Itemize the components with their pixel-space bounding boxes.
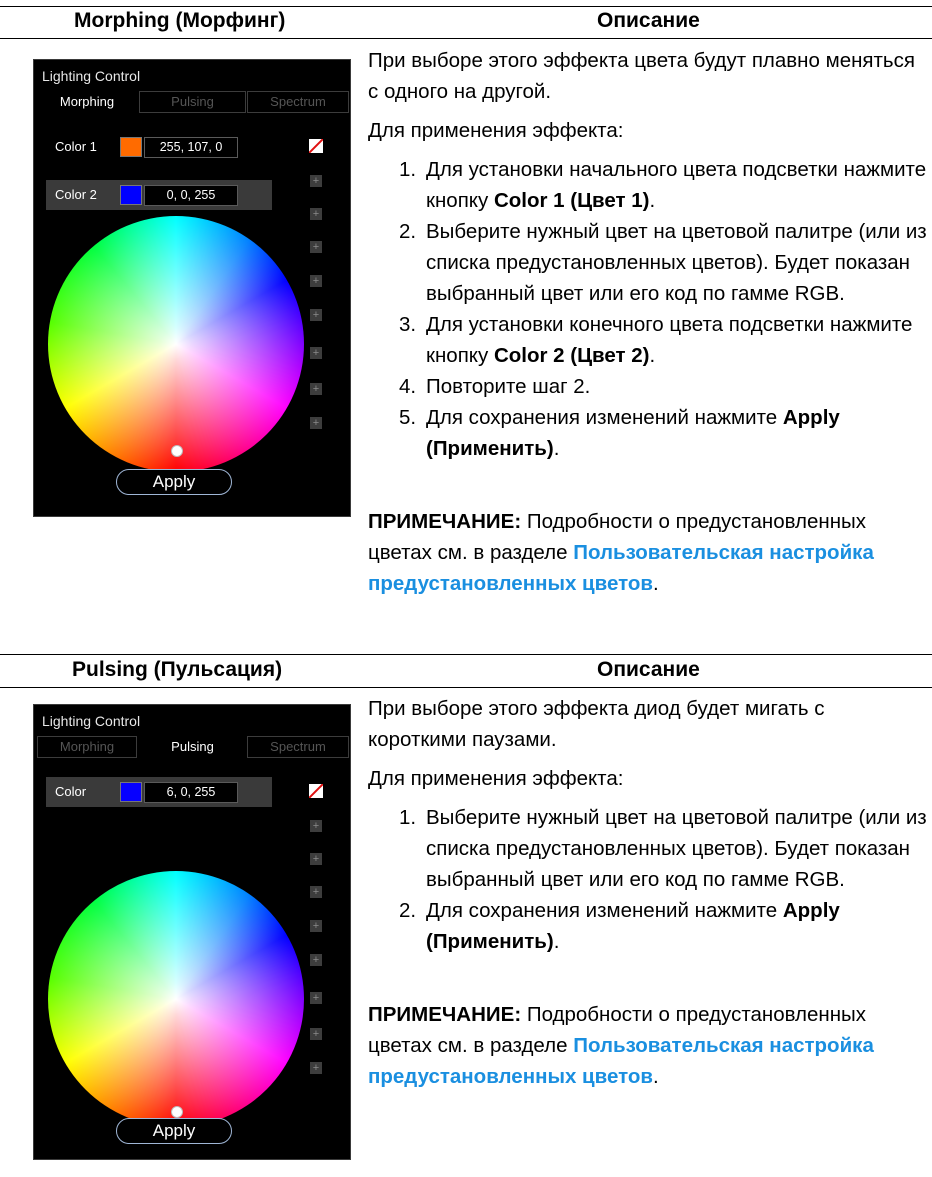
- steps-list: 1. Выберите нужный цвет на цветовой палит…: [368, 802, 928, 957]
- preset-add-icon[interactable]: +: [310, 347, 322, 359]
- column-header-effect: Morphing (Морфинг): [74, 9, 286, 32]
- tab-pulsing[interactable]: Pulsing: [139, 91, 246, 113]
- color-2-label: Color 2: [55, 187, 97, 202]
- color-2-swatch[interactable]: [120, 185, 142, 205]
- preset-add-icon[interactable]: +: [310, 1062, 322, 1074]
- color-picker-handle[interactable]: [171, 445, 183, 457]
- step-item: 4. Повторите шаг 2.: [399, 375, 591, 398]
- tab-spectrum[interactable]: Spectrum: [247, 91, 349, 113]
- tab-spectrum[interactable]: Spectrum: [247, 736, 349, 758]
- tab-pulsing[interactable]: Pulsing: [139, 736, 246, 758]
- preset-add-icon[interactable]: +: [310, 383, 322, 395]
- panel-title: Lighting Control: [42, 68, 141, 84]
- step-item: 3. Для установки конечного цвета подсветк…: [399, 313, 913, 367]
- preset-add-icon[interactable]: +: [310, 417, 322, 429]
- color-1-swatch[interactable]: [120, 137, 142, 157]
- color-row[interactable]: Color 6, 0, 255: [46, 777, 272, 807]
- steps-intro: Для применения эффекта:: [368, 119, 624, 142]
- steps-intro: Для применения эффекта:: [368, 767, 624, 790]
- preset-add-icon[interactable]: +: [310, 920, 322, 932]
- preset-add-icon[interactable]: +: [310, 853, 322, 865]
- column-header-description: Описание: [597, 658, 700, 681]
- preset-add-icon[interactable]: +: [310, 175, 322, 187]
- tab-bar: Morphing Pulsing Spectrum: [34, 736, 350, 758]
- color-wheel[interactable]: [48, 216, 304, 472]
- color-wheel[interactable]: [48, 871, 304, 1127]
- tab-morphing[interactable]: Morphing: [37, 736, 137, 758]
- header-rule: [0, 38, 932, 39]
- note: ПРИМЕЧАНИЕ: Подробности о предустановлен…: [368, 510, 874, 595]
- step-item: 1. Выберите нужный цвет на цветовой палит…: [399, 806, 927, 891]
- no-color-icon[interactable]: [309, 139, 323, 153]
- preset-add-icon[interactable]: +: [310, 954, 322, 966]
- step-item: 1. Для установки начального цвета подсвет…: [399, 158, 927, 212]
- header-rule: [0, 687, 932, 688]
- lighting-control-panel-pulsing: Lighting Control Morphing Pulsing Spectr…: [33, 704, 351, 1160]
- preset-add-icon[interactable]: +: [310, 309, 322, 321]
- column-header-description: Описание: [597, 9, 700, 32]
- panel-title: Lighting Control: [42, 713, 141, 729]
- preset-add-icon[interactable]: +: [310, 1028, 322, 1040]
- color-1-value[interactable]: 255, 107, 0: [144, 137, 238, 158]
- morphing-description: При выборе этого эффекта цвета будут пла…: [368, 45, 928, 599]
- preset-add-icon[interactable]: +: [310, 208, 322, 220]
- step-item: 5. Для сохранения изменений нажмите Apply…: [399, 406, 840, 460]
- tab-bar: Morphing Pulsing Spectrum: [34, 91, 350, 113]
- intro-text: При выборе этого эффекта цвета будут пла…: [368, 49, 915, 103]
- pulsing-description: При выборе этого эффекта диод будет мига…: [368, 693, 928, 1092]
- preset-add-icon[interactable]: +: [310, 820, 322, 832]
- color-swatch[interactable]: [120, 782, 142, 802]
- note: ПРИМЕЧАНИЕ: Подробности о предустановлен…: [368, 1003, 874, 1088]
- preset-add-icon[interactable]: +: [310, 241, 322, 253]
- step-item: 2. Выберите нужный цвет на цветовой палит…: [399, 220, 927, 305]
- step-item: 2. Для сохранения изменений нажмите Apply…: [399, 899, 840, 953]
- column-header-effect: Pulsing (Пульсация): [72, 658, 283, 681]
- color-value[interactable]: 6, 0, 255: [144, 782, 238, 803]
- table-top-rule: [0, 6, 932, 7]
- section-rule: [0, 654, 932, 655]
- preset-add-icon[interactable]: +: [310, 886, 322, 898]
- steps-list: 1. Для установки начального цвета подсвет…: [368, 154, 928, 464]
- tab-morphing[interactable]: Morphing: [37, 91, 137, 113]
- apply-button[interactable]: Apply: [116, 469, 232, 495]
- lighting-control-panel-morphing: Lighting Control Morphing Pulsing Spectr…: [33, 59, 351, 517]
- color-picker-handle[interactable]: [171, 1106, 183, 1118]
- preset-add-icon[interactable]: +: [310, 992, 322, 1004]
- no-color-icon[interactable]: [309, 784, 323, 798]
- apply-button[interactable]: Apply: [116, 1118, 232, 1144]
- color-2-row[interactable]: Color 2 0, 0, 255: [46, 180, 272, 210]
- intro-text: При выборе этого эффекта диод будет мига…: [368, 697, 825, 751]
- color-2-value[interactable]: 0, 0, 255: [144, 185, 238, 206]
- color-1-row[interactable]: Color 1 255, 107, 0: [46, 132, 261, 162]
- preset-add-icon[interactable]: +: [310, 275, 322, 287]
- color-label: Color: [55, 784, 87, 799]
- color-1-label: Color 1: [55, 139, 97, 154]
